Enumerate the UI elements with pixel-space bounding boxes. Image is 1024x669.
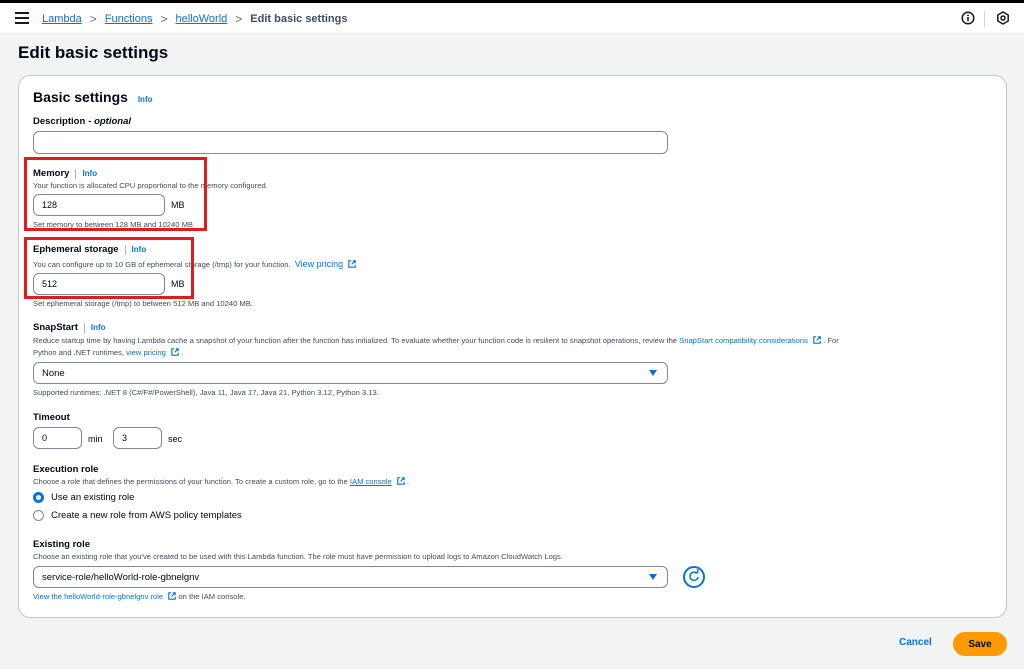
snapstart-desc-text: Reduce startup time by having Lambda cac… — [33, 336, 678, 345]
highlight-box-ephemeral — [24, 237, 194, 299]
snapstart-selected-value: None — [42, 367, 65, 379]
settings-icon[interactable] — [996, 11, 1010, 25]
external-link-icon — [171, 348, 179, 356]
view-role-line: View the helloWorld-role-gbnelgnv role o… — [33, 592, 246, 601]
snapstart-label: SnapStart Info — [33, 322, 106, 333]
breadcrumb-current: Edit basic settings — [250, 13, 348, 25]
highlight-box-memory — [24, 157, 207, 231]
snapstart-label-text: SnapStart — [33, 322, 78, 333]
description-input[interactable] — [33, 131, 668, 154]
external-link-icon — [348, 260, 357, 268]
radio-unselected-icon[interactable] — [33, 510, 44, 521]
snapstart-desc-end: . For — [823, 336, 839, 345]
description-label: Description - optional — [33, 116, 131, 127]
external-link-icon — [397, 477, 405, 485]
optional-tag: - optional — [88, 116, 132, 127]
breadcrumb-lambda[interactable]: Lambda — [42, 13, 82, 25]
page-title: Edit basic settings — [18, 43, 169, 62]
view-role-link[interactable]: View the helloWorld-role-gbnelgnv role — [33, 592, 163, 601]
timeout-min-unit: min — [88, 434, 103, 444]
existing-role-selected-value: service-role/helloWorld-role-gbnelgnv — [42, 571, 200, 583]
external-link-icon — [168, 592, 177, 600]
save-button[interactable]: Save — [953, 632, 1007, 656]
info-circle-icon[interactable] — [961, 11, 975, 25]
label-divider — [83, 322, 85, 333]
chevron-right-icon: > — [160, 12, 168, 26]
execution-role-description: Choose a role that defines the permissio… — [33, 477, 409, 486]
snapstart-hint: Supported runtimes: .NET 8 (C#/F#/PowerS… — [33, 388, 379, 397]
cancel-button[interactable]: Cancel — [899, 637, 932, 648]
external-link-icon — [813, 336, 821, 344]
timeout-sec-unit: sec — [168, 434, 183, 444]
topbar-divider — [984, 11, 985, 27]
existing-role-label: Existing role — [33, 539, 91, 550]
view-role-suffix: on the IAM console. — [178, 592, 246, 601]
ephemeral-hint: Set ephemeral storage (/tmp) to between … — [33, 299, 253, 308]
panel-title-text: Basic settings — [33, 89, 128, 105]
menu-icon[interactable] — [15, 12, 29, 24]
view-pricing-link[interactable]: View pricing — [295, 259, 343, 269]
timeout-label: Timeout — [33, 412, 70, 423]
execution-role-desc-text: Choose a role that defines the permissio… — [33, 477, 348, 486]
breadcrumb-functions[interactable]: Functions — [105, 13, 153, 25]
timeout-seconds-input[interactable]: 3 — [113, 427, 162, 449]
snapstart-description-line2: Python and .NET runtimes, view pricing . — [33, 348, 183, 357]
snapstart-description-line1: Reduce startup time by having Lambda cac… — [33, 336, 839, 345]
iam-console-link[interactable]: IAM console — [350, 477, 392, 486]
radio-label-existing: Use an existing role — [51, 492, 135, 503]
snapstart-desc-text2: Python and .NET runtimes, — [33, 348, 125, 357]
radio-use-existing-role[interactable]: Use an existing role — [33, 492, 134, 503]
panel-title: Basic settings Info — [33, 89, 153, 105]
refresh-icon[interactable] — [683, 566, 705, 588]
snapstart-desc-end2: . — [181, 348, 184, 357]
timeout-minutes-input[interactable]: 0 — [33, 427, 82, 449]
chevron-right-icon: > — [89, 12, 97, 26]
radio-create-new-role[interactable]: Create a new role from AWS policy templa… — [33, 510, 242, 521]
snapstart-info-link[interactable]: Info — [91, 323, 106, 332]
chevron-right-icon: > — [235, 12, 243, 26]
description-label-text: Description — [33, 116, 86, 127]
radio-selected-icon[interactable] — [33, 492, 44, 503]
execution-role-label: Execution role — [33, 464, 99, 475]
snapstart-view-pricing-link[interactable]: view pricing — [126, 348, 166, 357]
existing-role-select[interactable]: service-role/helloWorld-role-gbnelgnv — [33, 566, 668, 588]
radio-label-new: Create a new role from AWS policy templa… — [51, 510, 242, 521]
breadcrumb: Lambda > Functions > helloWorld > Edit b… — [42, 12, 348, 26]
panel-info-link[interactable]: Info — [138, 95, 153, 104]
execution-role-desc-end: . — [406, 477, 410, 486]
caret-down-icon — [649, 370, 657, 376]
snapstart-select[interactable]: None — [33, 362, 668, 384]
breadcrumb-helloworld[interactable]: helloWorld — [176, 13, 228, 25]
caret-down-icon — [649, 574, 657, 580]
top-navigation-bar: Lambda > Functions > helloWorld > Edit b… — [0, 0, 1024, 34]
existing-role-description: Choose an existing role that you've crea… — [33, 552, 563, 561]
snapstart-compatibility-link[interactable]: SnapStart compatibility considerations — [679, 336, 808, 345]
